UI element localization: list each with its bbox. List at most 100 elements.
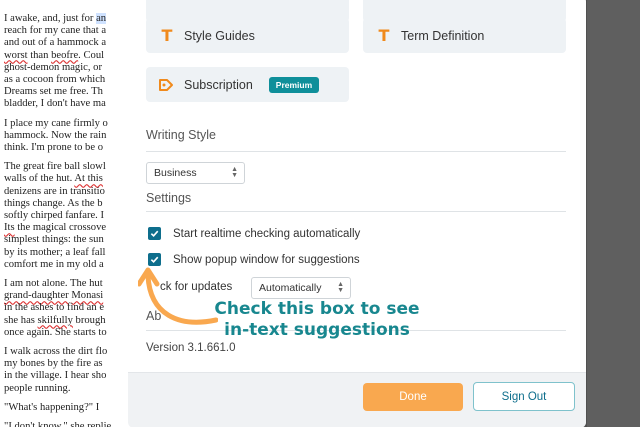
- document-text-run: comfort me in my old a: [4, 258, 104, 270]
- document-body: I awake, and, just for an reach for my ca…: [4, 13, 135, 427]
- document-line: I place my cane firmly o: [4, 118, 135, 130]
- document-line: I am not alone. The hut: [4, 278, 135, 290]
- document-line: people running.: [4, 383, 135, 395]
- premium-badge: Premium: [268, 76, 320, 93]
- document-line: "I don't know," she replie: [4, 421, 135, 427]
- dark-backdrop: [587, 0, 640, 427]
- document-text-run: hammock. Now the rain: [4, 129, 107, 141]
- settings-panel: T Style Guides T Term Definition Subscri…: [128, 0, 586, 427]
- divider: [146, 151, 566, 152]
- writing-style-select[interactable]: Business ▲ ▼: [146, 162, 245, 184]
- document-line: things change. As the b: [4, 198, 135, 210]
- document-text-run: think. I'm prone to be o: [4, 142, 104, 154]
- document-text-run: the magical crossove: [14, 222, 107, 234]
- annotation-line-1: Check this box to see: [214, 299, 420, 319]
- style-guides-card[interactable]: T Style Guides: [146, 18, 349, 53]
- select-caret-icon: ▲ ▼: [231, 166, 238, 179]
- document-text-run: brough: [72, 314, 106, 326]
- sign-out-button[interactable]: Sign Out: [473, 382, 575, 411]
- check-icon: [150, 230, 159, 238]
- document-line: hammock. Now the rain: [4, 130, 135, 142]
- document-line: I awake, and, just for an: [4, 13, 135, 25]
- settings-title: Settings: [146, 191, 192, 205]
- realtime-label: Start realtime checking automatically: [173, 227, 361, 240]
- document-text-run: people running.: [4, 382, 71, 394]
- text-icon: T: [378, 26, 390, 45]
- document-paragraph: I am not alone. The hut grand-daughter Mo…: [4, 278, 135, 339]
- document-line: Dreams set me free. Th: [4, 86, 135, 98]
- document-line: Its the magical crossove: [4, 222, 135, 234]
- document-line: in the ashes to find an e: [4, 302, 135, 314]
- document-text-run: and out of a hammock a: [4, 37, 107, 49]
- document-line: softly chirped fanfare. I: [4, 210, 135, 222]
- document-paragraph: I place my cane firmly o hammock. Now the…: [4, 118, 135, 155]
- document-line: by its mother; a leaf fall: [4, 247, 135, 259]
- document-text-run: I am not alone. The hut: [4, 278, 103, 290]
- document-line: comfort me in my old a: [4, 259, 135, 271]
- realtime-checking-row[interactable]: Start realtime checking automatically: [148, 227, 360, 240]
- document-line: grand-daughter Monasi: [4, 290, 135, 302]
- document-paragraph: I awake, and, just for an reach for my ca…: [4, 13, 135, 111]
- panel-footer: Done Sign Out: [128, 372, 586, 427]
- term-definition-card[interactable]: T Term Definition: [363, 18, 566, 53]
- document-text-run: than: [27, 49, 52, 61]
- document-paragraph: "What's happening?" I: [4, 402, 135, 414]
- subscription-label: Subscription: [184, 77, 253, 92]
- done-button[interactable]: Done: [363, 383, 463, 411]
- term-definition-label: Term Definition: [401, 28, 485, 43]
- tag-icon: [159, 78, 173, 91]
- document-text-run: "I don't know," she replie: [4, 421, 112, 427]
- document-line: denizens are in transitio: [4, 186, 135, 198]
- document-line: think. I'm prone to be o: [4, 142, 135, 154]
- document-line: simplest things: the sun: [4, 234, 135, 246]
- document-line: reach for my cane that a: [4, 25, 135, 37]
- divider: [146, 211, 566, 212]
- document-paragraph: The great fire ball slowl walls of the hu…: [4, 161, 135, 271]
- document-text: I awake, and, just for an reach for my ca…: [0, 0, 135, 427]
- spelling-error[interactable]: Monasi: [71, 290, 103, 301]
- document-text-run: I walk across the dirt flo: [4, 346, 108, 358]
- document-line: and out of a hammock a: [4, 37, 135, 49]
- document-text-run: "What's happening?" I: [4, 401, 100, 413]
- updates-select[interactable]: Automatically ▲ ▼: [251, 277, 351, 299]
- document-text-run: once again. She starts to: [4, 326, 107, 338]
- document-text-run: an: [96, 13, 107, 24]
- spelling-error[interactable]: grand-daughter: [4, 290, 69, 301]
- spelling-error[interactable]: skilfully: [38, 315, 73, 326]
- spelling-error[interactable]: worst: [4, 50, 28, 61]
- document-line: walls of the hut. At this: [4, 173, 135, 185]
- document-line: bladder, I don't have ma: [4, 98, 135, 110]
- document-text-run: things change. As the b: [4, 197, 103, 209]
- document-text-run: reach for my cane that a: [4, 25, 107, 37]
- document-text-run: I place my cane firmly o: [4, 117, 108, 129]
- document-text-run: I awake, and, just for: [4, 13, 97, 24]
- spelling-error[interactable]: At this: [74, 173, 103, 184]
- document-line: once again. She starts to: [4, 327, 135, 339]
- document-text-run: as a cocoon from which: [4, 74, 106, 86]
- style-guides-label: Style Guides: [184, 28, 255, 43]
- document-line: as a cocoon from which: [4, 74, 135, 86]
- select-caret-icon: ▲ ▼: [337, 281, 344, 294]
- document-line: ghost-demon magic, or: [4, 62, 135, 74]
- document-line: "What's happening?" I: [4, 402, 135, 414]
- document-text-run: my bones by the fire as: [4, 358, 103, 370]
- document-text-run: by its mother; a leaf fall: [4, 246, 106, 258]
- writing-style-title: Writing Style: [146, 128, 216, 142]
- spelling-error[interactable]: beofre: [51, 50, 78, 61]
- document-text-run: The great fire ball slowl: [4, 161, 106, 173]
- annotation-line-2: in-text suggestions: [224, 320, 410, 340]
- document-text-run: softly chirped fanfare. I: [4, 210, 105, 222]
- subscription-card[interactable]: Subscription Premium: [146, 67, 349, 102]
- document-paragraph: "I don't know," she replie: [4, 421, 135, 427]
- document-paragraph: I walk across the dirt flo my bones by th…: [4, 346, 135, 395]
- document-text-run: . Coul: [78, 49, 105, 61]
- document-line: my bones by the fire as: [4, 358, 135, 370]
- document-line: worst than beofre. Coul: [4, 50, 135, 62]
- spelling-error[interactable]: Its: [4, 222, 15, 233]
- document-text-run: in the village. I hear sho: [4, 370, 107, 382]
- writing-style-value: Business: [154, 167, 197, 179]
- document-text-run: walls of the hut.: [4, 173, 75, 185]
- realtime-checkbox[interactable]: [148, 227, 161, 240]
- text-icon: T: [161, 26, 173, 45]
- version-text: Version 3.1.661.0: [146, 342, 236, 354]
